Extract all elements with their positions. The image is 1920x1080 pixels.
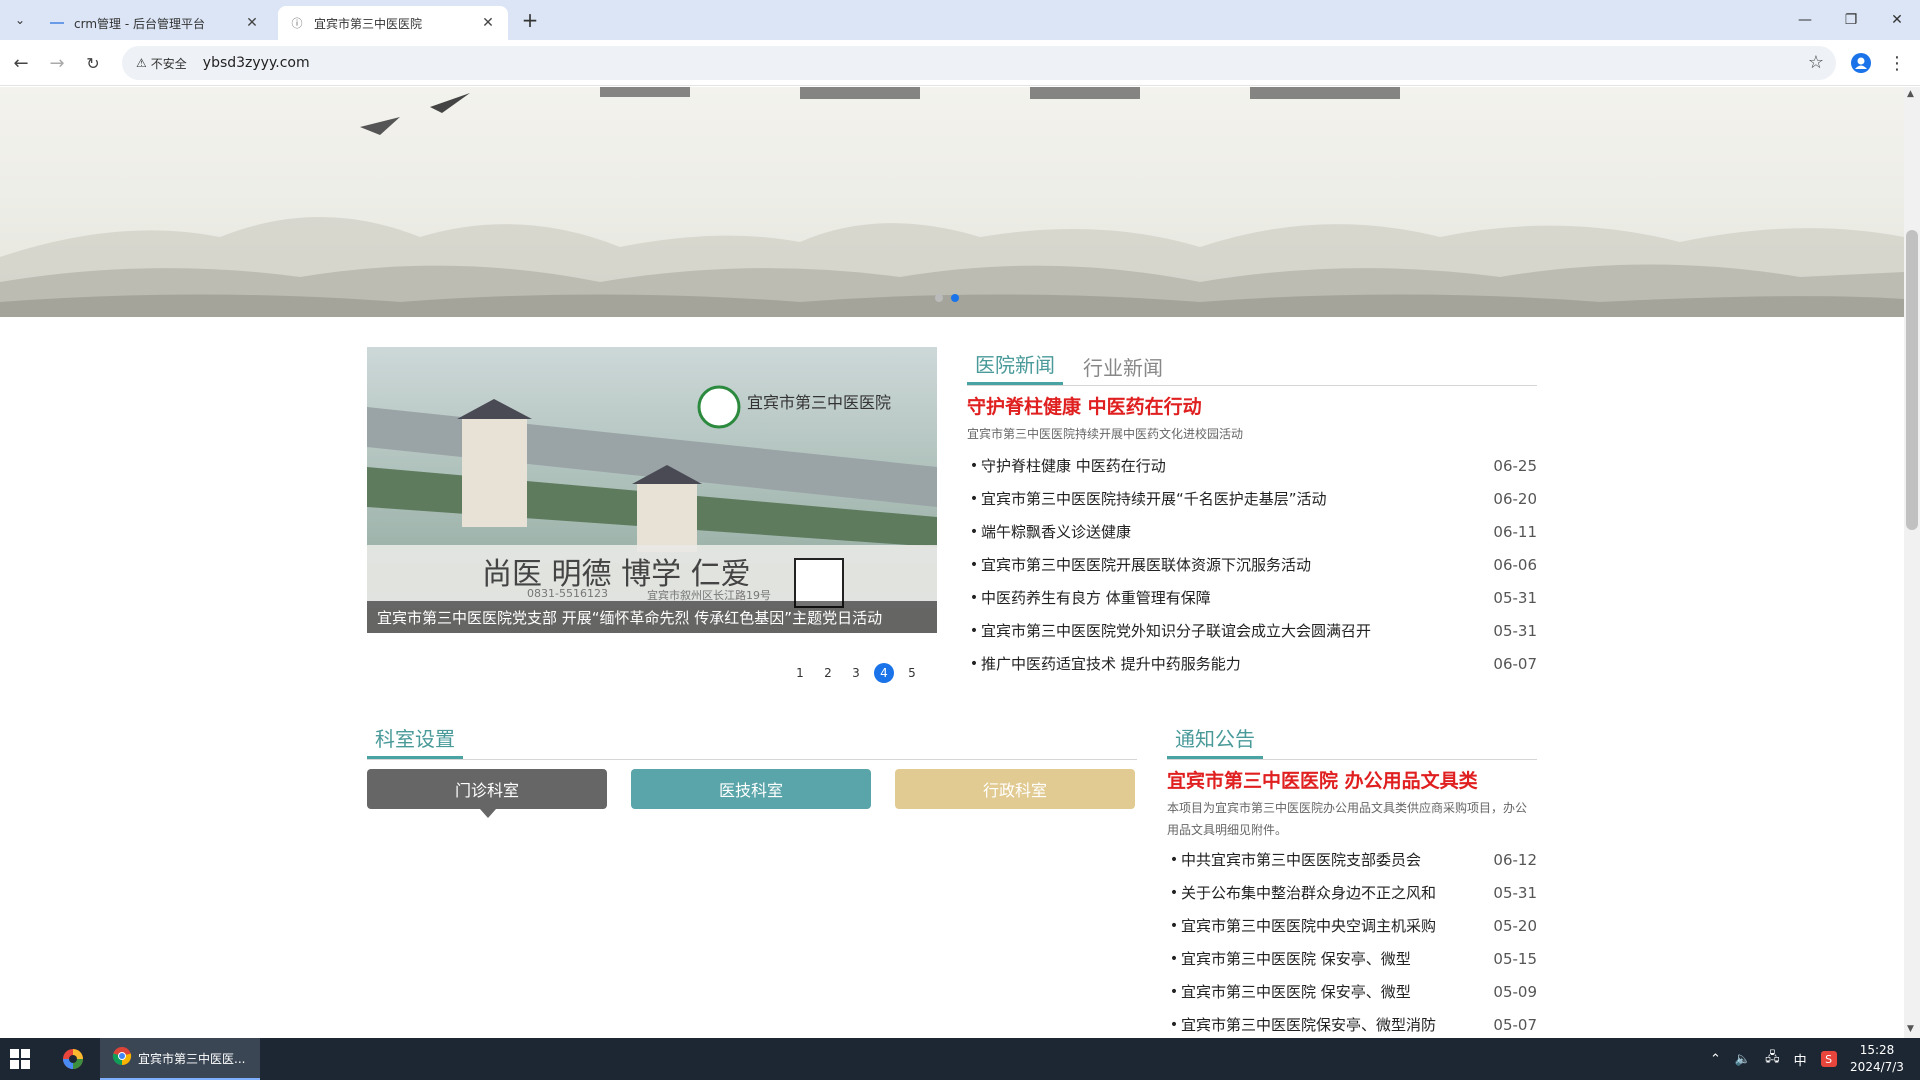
notice-headline[interactable]: 宜宾市第三中医医院 办公用品文具类 <box>1167 766 1537 793</box>
scroll-up-arrow-icon[interactable]: ▲ <box>1907 89 1914 99</box>
list-item[interactable]: • 宜宾市第三中医医院党外知识分子联谊会成立大会圆满召开 05-31 <box>967 614 1537 647</box>
warning-icon: ⚠ <box>136 56 147 70</box>
carousel-page-4-active[interactable]: 4 <box>874 663 894 683</box>
bookmark-star-icon[interactable]: ☆ <box>1808 52 1824 73</box>
tray-chevron-icon[interactable]: ⌃ <box>1710 1052 1721 1067</box>
active-pointer <box>480 809 496 818</box>
insecure-indicator[interactable]: ⚠ 不安全 <box>130 55 193 72</box>
color-app-icon[interactable] <box>62 1048 84 1074</box>
list-item[interactable]: • 宜宾市第三中医医院 保安亭、微型 05-15 <box>1167 942 1537 975</box>
list-item[interactable]: • 中共宜宾市第三中医医院支部委员会 06-12 <box>1167 843 1537 876</box>
image-phone: 0831-5516123 <box>527 587 608 600</box>
page-viewport: 宜宾市第三中医医院 尚医 明德 博学 仁爱 0831-5516123 宜宾市叙州… <box>0 87 1904 1038</box>
departments-section: 科室设置 <box>367 723 1137 760</box>
new-tab-button[interactable]: + <box>518 8 542 32</box>
image-hospital-name: 宜宾市第三中医医院 <box>747 393 892 412</box>
list-item[interactable]: • 宜宾市第三中医医院中央空调主机采购 05-20 <box>1167 909 1537 942</box>
system-tray: ⌃ 🔈 🖧 中 S <box>1710 1038 1837 1080</box>
crm-favicon <box>50 16 64 30</box>
address-bar[interactable]: ⚠ 不安全 ybsd3zyyy.com ☆ <box>122 46 1836 80</box>
tab-search-button[interactable]: ⌄ <box>6 8 34 32</box>
dept-admin-button[interactable]: 行政科室 <box>895 769 1135 809</box>
carousel-page-2[interactable]: 2 <box>818 663 838 683</box>
list-item[interactable]: • 宜宾市第三中医医院保安亭、微型消防 05-07 <box>1167 1008 1537 1038</box>
news-summary: 宜宾市第三中医医院持续开展中医药文化进校园活动 <box>967 427 1244 441</box>
list-item[interactable]: • 中医药养生有良方 体重管理有保障 05-31 <box>967 581 1537 614</box>
clock[interactable]: 15:28 2024/7/3 <box>1846 1042 1908 1076</box>
close-icon[interactable]: ✕ <box>480 15 496 31</box>
dept-medtech-button[interactable]: 医技科室 <box>631 769 871 809</box>
ime-indicator[interactable]: 中 <box>1794 1050 1807 1069</box>
hero-banner[interactable] <box>0 87 1904 317</box>
banner-dot[interactable] <box>935 294 943 302</box>
list-item[interactable]: • 守护脊柱健康 中医药在行动 06-25 <box>967 449 1537 482</box>
list-item[interactable]: • 宜宾市第三中医医院持续开展“千名医护走基层”活动 06-20 <box>967 482 1537 515</box>
list-item[interactable]: • 宜宾市第三中医医院 保安亭、微型 05-09 <box>1167 975 1537 1008</box>
url-text[interactable]: ybsd3zyyy.com <box>203 55 310 71</box>
news-section: 医院新闻 行业新闻 守护脊柱健康 中医药在行动 宜宾市第三中医医院持续开展中医药… <box>967 349 1537 680</box>
page-info-favicon: ⓘ <box>291 17 303 30</box>
divider <box>367 759 1137 760</box>
taskbar-app-label: 宜宾市第三中医医... <box>138 1051 246 1066</box>
chrome-icon <box>112 1046 132 1070</box>
reload-icon[interactable]: ↻ <box>78 48 108 78</box>
forward-icon[interactable]: → <box>42 48 72 78</box>
tab-title: crm管理 - 后台管理平台 <box>74 16 205 31</box>
close-window-button[interactable]: ✕ <box>1874 0 1920 40</box>
windows-start-icon[interactable] <box>10 1049 30 1073</box>
carousel-page-1[interactable]: 1 <box>790 663 810 683</box>
news-list: • 守护脊柱健康 中医药在行动 06-25 • 宜宾市第三中医医院持续开展“千名医护走… <box>967 449 1537 680</box>
list-item[interactable]: • 宜宾市第三中医医院开展医联体资源下沉服务活动 06-06 <box>967 548 1537 581</box>
profile-avatar-icon[interactable] <box>1846 48 1876 78</box>
divider <box>967 385 1537 386</box>
minimize-button[interactable]: — <box>1782 0 1828 40</box>
restore-button[interactable]: ❐ <box>1828 0 1874 40</box>
list-item[interactable]: • 推广中医药适宜技术 提升中药服务能力 06-07 <box>967 647 1537 680</box>
taskbar-chrome-app[interactable]: 宜宾市第三中医医... <box>100 1038 260 1080</box>
network-icon[interactable]: 🖧 <box>1765 1048 1780 1070</box>
list-item[interactable]: • 关于公布集中整治群众身边不正之风和 05-31 <box>1167 876 1537 909</box>
notice-summary: 本项目为宜宾市第三中医医院办公用品文具类供应商采购项目，办公用品文具明细见附件。 <box>1167 801 1528 837</box>
list-item[interactable]: • 端午粽飘香义诊送健康 06-11 <box>967 515 1537 548</box>
volume-icon[interactable]: 🔈 <box>1735 1052 1751 1067</box>
notices-section: 通知公告 宜宾市第三中医医院 办公用品文具类 本项目为宜宾市第三中医医院办公用品… <box>1167 723 1537 1038</box>
tab-hospital-news[interactable]: 医院新闻 <box>967 349 1063 385</box>
windows-taskbar: 宜宾市第三中医医... ⌃ 🔈 🖧 中 S 15:28 2024/7/3 <box>0 1038 1920 1080</box>
clock-date: 2024/7/3 <box>1850 1060 1904 1074</box>
scroll-down-arrow-icon[interactable]: ▼ <box>1907 1024 1914 1034</box>
dept-outpatient-button[interactable]: 门诊科室 <box>367 769 607 809</box>
notices-heading: 通知公告 <box>1167 723 1263 759</box>
back-icon[interactable]: ← <box>6 48 36 78</box>
browser-toolbar: ← → ↻ ⚠ 不安全 ybsd3zyyy.com ☆ ⋮ <box>0 40 1920 86</box>
banner-dot-active[interactable] <box>951 294 959 302</box>
tab-industry-news[interactable]: 行业新闻 <box>1083 352 1163 385</box>
insecure-label: 不安全 <box>150 56 187 71</box>
sogou-ime-icon[interactable]: S <box>1820 1051 1837 1067</box>
scrollbar-thumb[interactable] <box>1906 230 1918 530</box>
carousel-page-3[interactable]: 3 <box>846 663 866 683</box>
news-headline[interactable]: 守护脊柱健康 中医药在行动 <box>967 392 1537 419</box>
carousel-page-5[interactable]: 5 <box>902 663 922 683</box>
departments-heading: 科室设置 <box>367 723 463 759</box>
tab-crm[interactable]: crm管理 - 后台管理平台 ✕ <box>38 6 272 40</box>
carousel-caption[interactable]: 宜宾市第三中医医院党支部 开展“缅怀革命先烈 传承红色基因”主题党日活动 <box>367 601 937 633</box>
tab-hospital[interactable]: ⓘ 宜宾市第三中医医院 ✕ <box>278 6 508 40</box>
notice-list: • 中共宜宾市第三中医医院支部委员会 06-12 • 关于公布集中整治群众身边不正之风… <box>1167 843 1537 1038</box>
divider <box>1167 759 1537 760</box>
clock-time: 15:28 <box>1859 1043 1895 1057</box>
menu-kebab-icon[interactable]: ⋮ <box>1882 48 1912 78</box>
browser-tab-strip: ⌄ crm管理 - 后台管理平台 ✕ ⓘ 宜宾市第三中医医院 ✕ + — ❐ ✕ <box>0 0 1920 40</box>
close-icon[interactable]: ✕ <box>244 15 260 31</box>
ink-mountains-illustration <box>0 87 1904 317</box>
news-carousel[interactable]: 宜宾市第三中医医院 尚医 明德 博学 仁爱 0831-5516123 宜宾市叙州… <box>367 347 937 633</box>
tab-title: 宜宾市第三中医医院 <box>314 16 423 31</box>
